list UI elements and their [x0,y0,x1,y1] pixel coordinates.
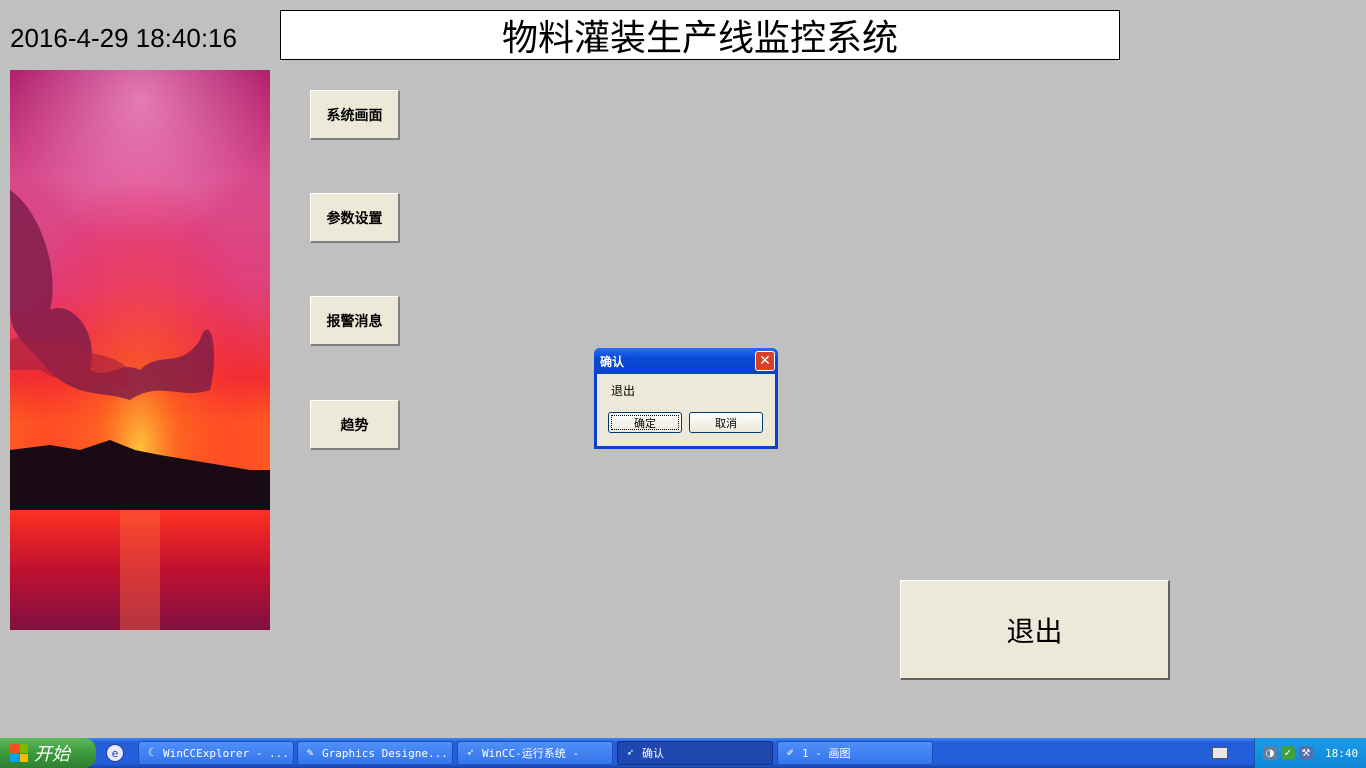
windows-logo-icon [10,744,28,762]
datetime-display: 2016-4-29 18:40:16 [10,23,237,53]
start-label: 开始 [34,744,70,765]
taskbar-item-wincc-runtime[interactable]: ➶ WinCC-运行系统 - [457,741,613,765]
dialog-message: 退出 [611,384,636,398]
system-tray: ◑ ✓ ⚒ 18:40 [1254,738,1366,768]
sunset-image [10,70,270,630]
graphics-designer-icon: ✎ [306,746,314,759]
alarm-messages-button[interactable]: 报警消息 [310,296,400,346]
dialog-body: 退出 确定 取消 [597,374,775,446]
wincc-explorer-icon: ☾ [147,746,155,759]
system-screen-button[interactable]: 系统画面 [310,90,400,140]
task-label: 1 - 画图 [802,747,851,760]
security-icon[interactable]: ✓ [1281,746,1295,760]
task-label: WinCC-运行系统 - [482,747,579,760]
taskbar-item-paint[interactable]: ✐ 1 - 画图 [777,741,933,765]
taskbar-item-confirm[interactable]: ➶ 确认 [617,741,773,765]
close-icon[interactable]: ✕ [755,351,775,371]
task-label: Graphics Designe... [322,746,448,760]
task-label: 确认 [642,747,664,760]
cancel-button[interactable]: 取消 [689,412,763,433]
paint-icon: ✐ [786,746,794,759]
dialog-titlebar[interactable]: 确认 ✕ [594,348,778,374]
keyboard-icon[interactable] [1212,747,1228,759]
tools-icon[interactable]: ⚒ [1299,746,1313,760]
exit-button[interactable]: 退出 [900,580,1170,680]
wincc-runtime-icon: ➶ [626,746,634,759]
trend-button[interactable]: 趋势 [310,400,400,450]
page-title: 物料灌装生产线监控系统 [280,10,1120,60]
ok-button[interactable]: 确定 [608,412,682,433]
taskbar: 开始 e ☾ WinCCExplorer - ... ✎ Graphics De… [0,738,1366,768]
parameter-settings-button[interactable]: 参数设置 [310,193,400,243]
taskbar-item-wincc-explorer[interactable]: ☾ WinCCExplorer - ... [138,741,294,765]
quick-launch-browser-icon[interactable]: e [106,744,124,762]
wincc-runtime-icon: ➶ [466,746,474,759]
task-label: WinCCExplorer - ... [163,746,289,760]
tray-clock[interactable]: 18:40 [1325,747,1358,760]
start-button[interactable]: 开始 [0,738,96,768]
network-icon[interactable]: ◑ [1263,746,1277,760]
dialog-title: 确认 [600,354,625,369]
confirm-dialog: 确认 ✕ 退出 确定 取消 [594,348,778,449]
taskbar-item-graphics-designer[interactable]: ✎ Graphics Designe... [297,741,453,765]
